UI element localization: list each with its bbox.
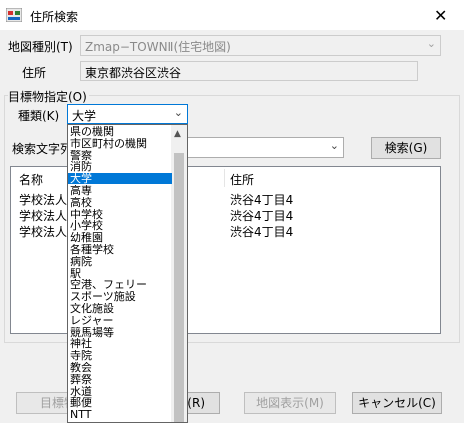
address-value: 東京都渋谷区渋谷 [85,66,182,80]
dropdown-item[interactable]: 中学校 [68,209,172,220]
landmark-group-label: 目標物指定(O) [8,88,89,105]
dropdown-item[interactable]: NTT [68,409,172,420]
chevron-down-icon: ⌄ [173,106,183,119]
search-button[interactable]: 検索(G) [371,137,441,159]
search-text-combo[interactable]: ⌄ [186,137,344,158]
dropdown-item[interactable]: 各種学校 [68,244,172,255]
map-type-label: 地図種別(T) [8,40,73,54]
search-text-label: 検索文字列 [12,142,73,156]
dropdown-item[interactable]: 県の機関 [68,126,172,137]
dropdown-item[interactable]: 寺院 [68,350,172,361]
dropdown-item[interactable]: 教会 [68,362,172,373]
title-bar: 住所検索 ✕ [0,0,464,30]
dropdown-item[interactable]: レジャー [68,315,172,326]
kind-combo[interactable]: 大学 ⌄ [67,104,188,124]
dropdown-item[interactable]: 水道 [68,386,172,397]
dropdown-item[interactable]: 小学校 [68,220,172,231]
map-display-button[interactable]: 地図表示(M) [244,392,336,414]
dropdown-item[interactable]: 病院 [68,256,172,267]
address-label: 住所 [22,66,47,80]
kind-value: 大学 [72,109,97,123]
dropdown-item[interactable]: スポーツ施設 [68,291,172,302]
dropdown-item[interactable]: 警察 [68,150,172,161]
dropdown-item[interactable]: 幼稚園 [68,232,172,243]
kind-label: 種類(K) [18,109,60,123]
dropdown-item[interactable]: 神社 [68,338,172,349]
dropdown-item[interactable]: 大学 [68,173,172,185]
row-3-address[interactable]: 渋谷4丁目4 [230,223,293,240]
address-field[interactable]: 東京都渋谷区渋谷 [80,61,418,81]
scrollbar-thumb[interactable] [174,153,184,422]
row-2-address[interactable]: 渋谷4丁目4 [230,207,293,224]
column-header-address[interactable]: 住所 [230,171,254,188]
map-type-value: Zmap−TOWNⅡ(住宅地図) [85,40,231,54]
dropdown-item[interactable]: 消防 [68,161,172,172]
chevron-down-icon: ⌄ [426,37,436,50]
dropdown-item[interactable]: 競馬場等 [68,327,172,338]
close-icon[interactable]: ✕ [434,6,447,25]
window-title: 住所検索 [30,10,79,24]
dropdown-item[interactable]: 市区町村の機関 [68,138,172,149]
dropdown-item[interactable]: 郵便 [68,397,172,408]
dropdown-item[interactable]: 文化施設 [68,303,172,314]
dropdown-item[interactable]: 葬祭 [68,374,172,385]
app-icon [6,8,22,22]
scroll-up-icon[interactable]: ▲ [174,129,181,139]
kind-dropdown-list[interactable]: ▲ 県の機関 市区町村の機関 警察 消防 大学 高専 高校 中学校 小学校 幼稚園 各種学校 病院駅空… [67,124,188,423]
row-1-address[interactable]: 渋谷4丁目4 [230,191,293,208]
dropdown-item[interactable]: 高専 [68,185,172,196]
dropdown-item[interactable]: 高校 [68,197,172,208]
map-type-combo[interactable]: Zmap−TOWNⅡ(住宅地図) ⌄ [80,35,441,56]
column-divider[interactable] [224,169,225,187]
dropdown-item[interactable]: 空港、フェリー [68,279,172,290]
column-header-name[interactable]: 名称 [19,171,43,188]
row-2-name[interactable]: 学校法人 [19,207,67,224]
row-1-name[interactable]: 学校法人 [19,191,67,208]
dropdown-scrollbar[interactable]: ▲ [171,125,187,422]
row-3-name[interactable]: 学校法人 [19,223,67,240]
cancel-button[interactable]: キャンセル(C) [352,392,442,414]
dropdown-item[interactable]: 駅 [68,268,172,279]
chevron-down-icon: ⌄ [329,139,339,152]
